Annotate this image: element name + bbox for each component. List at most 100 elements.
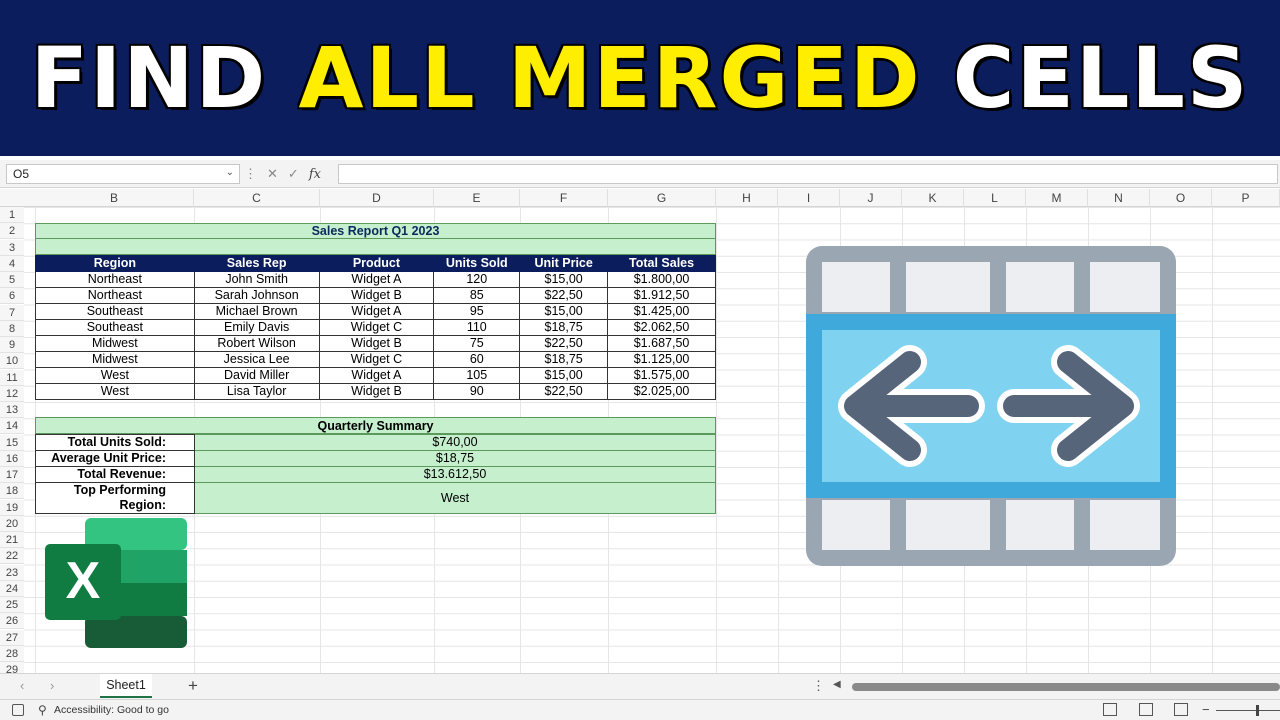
- header-total-sales[interactable]: Total Sales: [607, 255, 716, 272]
- accessibility-status[interactable]: Accessibility: Good to go: [54, 704, 169, 716]
- row-header-11[interactable]: 11: [0, 369, 24, 386]
- cell-region[interactable]: West: [35, 367, 195, 384]
- summary-label[interactable]: Average Unit Price:: [35, 450, 195, 467]
- add-sheet-button[interactable]: +: [188, 676, 198, 696]
- row-header-9[interactable]: 9: [0, 337, 24, 353]
- cell-unit-price[interactable]: $22,50: [519, 383, 609, 400]
- row-header-15[interactable]: 15: [0, 434, 24, 451]
- row-header-5[interactable]: 5: [0, 272, 24, 288]
- column-header-m[interactable]: M: [1026, 189, 1088, 207]
- row-header-7[interactable]: 7: [0, 304, 24, 321]
- cell-total-sales[interactable]: $1.687,50: [607, 335, 716, 352]
- summary-value-merged-cell[interactable]: West: [194, 482, 716, 514]
- column-header-h[interactable]: H: [716, 189, 778, 207]
- cell-sales-rep[interactable]: Michael Brown: [193, 303, 320, 320]
- row-header-23[interactable]: 23: [0, 564, 24, 581]
- cell-region[interactable]: Southeast: [35, 319, 195, 336]
- cell-region[interactable]: West: [35, 383, 195, 400]
- cell-sales-rep[interactable]: Jessica Lee: [193, 351, 320, 368]
- cell-units-sold[interactable]: 60: [433, 351, 521, 368]
- column-header-d[interactable]: D: [320, 189, 434, 207]
- chevron-down-icon[interactable]: ⌄: [226, 167, 234, 178]
- row-header-17[interactable]: 17: [0, 467, 24, 483]
- cell-total-sales[interactable]: $2.025,00: [607, 383, 716, 400]
- cell-unit-price[interactable]: $22,50: [519, 287, 609, 304]
- column-header-e[interactable]: E: [434, 189, 520, 207]
- page-layout-view-button[interactable]: [1139, 703, 1153, 716]
- cell-unit-price[interactable]: $15,00: [519, 367, 609, 384]
- column-header-f[interactable]: F: [520, 189, 608, 207]
- chevron-right-icon[interactable]: ›: [50, 678, 54, 693]
- cell-unit-price[interactable]: $18,75: [519, 319, 609, 336]
- name-box[interactable]: O5 ⌄: [6, 164, 240, 184]
- row-header-2[interactable]: 2: [0, 223, 24, 240]
- cell-units-sold[interactable]: 85: [433, 287, 521, 304]
- cell-product[interactable]: Widget B: [318, 335, 435, 352]
- more-options-icon[interactable]: ⋮: [244, 166, 257, 182]
- cell-units-sold[interactable]: 90: [433, 383, 521, 400]
- summary-label[interactable]: Top Performing Region:: [35, 482, 195, 514]
- zoom-out-button[interactable]: −: [1202, 702, 1210, 717]
- cell-product[interactable]: Widget C: [318, 351, 435, 368]
- row-header-16[interactable]: 16: [0, 450, 24, 467]
- row-header-28[interactable]: 28: [0, 645, 24, 662]
- tab-sheet1[interactable]: Sheet1: [100, 674, 152, 698]
- row-header-8[interactable]: 8: [0, 320, 24, 337]
- column-header-i[interactable]: I: [778, 189, 840, 207]
- cell-product[interactable]: Widget A: [318, 367, 435, 384]
- row-header-3[interactable]: 3: [0, 239, 24, 256]
- column-header-o[interactable]: O: [1150, 189, 1212, 207]
- summary-value-merged-cell[interactable]: $740,00: [194, 434, 716, 451]
- scroll-left-icon[interactable]: ◀: [833, 679, 841, 690]
- cell-total-sales[interactable]: $1.425,00: [607, 303, 716, 320]
- cell-units-sold[interactable]: 120: [433, 271, 521, 288]
- cell-region[interactable]: Northeast: [35, 271, 195, 288]
- row-header-27[interactable]: 27: [0, 629, 24, 646]
- cell-sales-rep[interactable]: Emily Davis: [193, 319, 320, 336]
- cell-unit-price[interactable]: $18,75: [519, 351, 609, 368]
- row-header-13[interactable]: 13: [0, 402, 24, 418]
- insert-function-icon[interactable]: fx: [309, 167, 321, 182]
- column-header-n[interactable]: N: [1088, 189, 1150, 207]
- cancel-icon[interactable]: ✕: [267, 166, 278, 182]
- cell-product[interactable]: Widget A: [318, 303, 435, 320]
- column-header-c[interactable]: C: [194, 189, 320, 207]
- column-header-l[interactable]: L: [964, 189, 1026, 207]
- header-sales-rep[interactable]: Sales Rep: [193, 255, 320, 272]
- cell-region[interactable]: Southeast: [35, 303, 195, 320]
- chevron-left-icon[interactable]: ‹: [20, 678, 24, 693]
- summary-label[interactable]: Total Units Sold:: [35, 434, 195, 451]
- cell-sales-rep[interactable]: David Miller: [193, 367, 320, 384]
- summary-title-merged-cell[interactable]: Quarterly Summary: [35, 417, 716, 434]
- cell-unit-price[interactable]: $15,00: [519, 271, 609, 288]
- row-header-26[interactable]: 26: [0, 613, 24, 630]
- cell-product[interactable]: Widget B: [318, 383, 435, 400]
- cell-units-sold[interactable]: 110: [433, 319, 521, 336]
- row-header-6[interactable]: 6: [0, 288, 24, 305]
- zoom-slider-knob[interactable]: [1256, 705, 1259, 716]
- header-region[interactable]: Region: [35, 255, 195, 272]
- cell-sales-rep[interactable]: John Smith: [193, 271, 320, 288]
- cell-region[interactable]: Midwest: [35, 351, 195, 368]
- report-title-merged-cell[interactable]: Sales Report Q1 2023: [35, 223, 716, 239]
- column-header-j[interactable]: J: [840, 189, 902, 207]
- cell-total-sales[interactable]: $2.062,50: [607, 319, 716, 336]
- cell-total-sales[interactable]: $1.912,50: [607, 287, 716, 304]
- normal-view-button[interactable]: [1103, 703, 1117, 716]
- summary-value-merged-cell[interactable]: $13.612,50: [194, 466, 716, 483]
- cell-total-sales[interactable]: $1.125,00: [607, 351, 716, 368]
- cell-total-sales[interactable]: $1.800,00: [607, 271, 716, 288]
- header-unit-price[interactable]: Unit Price: [519, 255, 609, 272]
- column-header-b[interactable]: B: [35, 189, 194, 207]
- row-header-14[interactable]: 14: [0, 418, 24, 435]
- row-header-25[interactable]: 25: [0, 597, 24, 613]
- row-header-21[interactable]: 21: [0, 532, 24, 548]
- page-break-view-button[interactable]: [1174, 703, 1188, 716]
- row-header-12[interactable]: 12: [0, 385, 24, 402]
- more-options-icon[interactable]: ⋮: [812, 678, 825, 694]
- accessibility-icon[interactable]: ⚲: [38, 703, 47, 717]
- header-product[interactable]: Product: [318, 255, 435, 272]
- row-header-24[interactable]: 24: [0, 580, 24, 597]
- cell-product[interactable]: Widget C: [318, 319, 435, 336]
- cell-region[interactable]: Midwest: [35, 335, 195, 352]
